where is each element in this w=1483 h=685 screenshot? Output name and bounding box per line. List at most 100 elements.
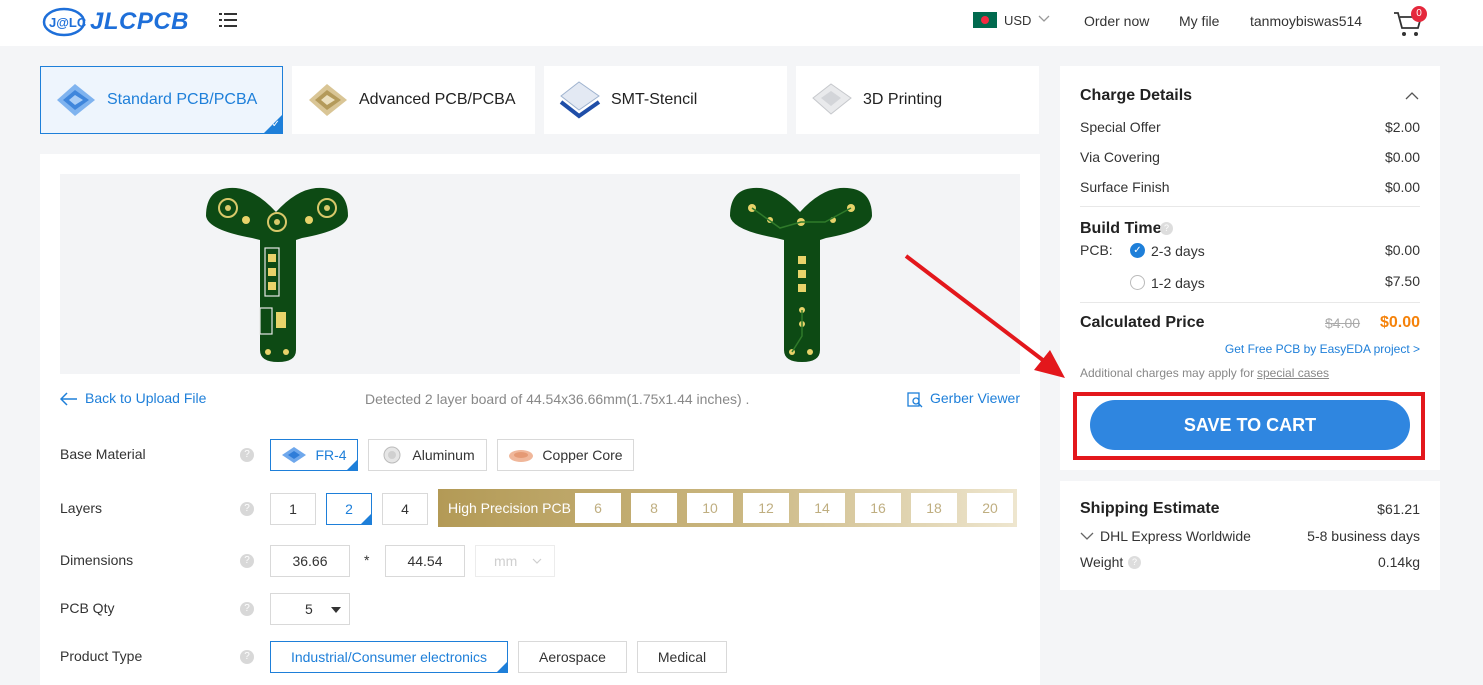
tab-label: 3D Printing	[863, 91, 943, 108]
build-time-title: Build Time	[1080, 220, 1162, 237]
help-icon[interactable]: ?	[1128, 556, 1141, 569]
layers-14-option[interactable]: 14	[799, 493, 845, 523]
via-covering-value: $0.00	[1384, 149, 1420, 165]
tab-label: Advanced PCB/PCBA	[359, 91, 516, 108]
chevron-down-icon[interactable]	[1080, 532, 1094, 541]
username-link[interactable]: tanmoybiswas514	[1250, 13, 1362, 29]
build-option-label[interactable]: 1-2 days	[1151, 275, 1205, 291]
new-price: $0.00	[1379, 314, 1420, 331]
pcb-qty-select[interactable]: 5	[270, 593, 350, 625]
shipping-title: Shipping Estimate	[1080, 500, 1220, 517]
radio-checked-icon[interactable]: ✓	[1130, 243, 1145, 258]
layers-18-option[interactable]: 18	[911, 493, 957, 523]
pcb-build-label: PCB:	[1080, 242, 1113, 258]
my-file-link[interactable]: My file	[1179, 13, 1219, 29]
tab-3d-printing[interactable]: 3D Printing	[796, 66, 1039, 134]
weight-value: 0.14kg	[1377, 554, 1420, 570]
layers-6-option[interactable]: 6	[575, 493, 621, 523]
unit-value: mm	[494, 553, 518, 569]
layers-10-option[interactable]: 10	[687, 493, 733, 523]
special-offer-value: $2.00	[1384, 119, 1420, 135]
divider	[1080, 206, 1420, 207]
detected-board-info: Detected 2 layer board of 44.54x36.66mm(…	[365, 391, 750, 407]
help-icon[interactable]: ?	[240, 554, 254, 568]
layers-16-option[interactable]: 16	[855, 493, 901, 523]
product-type-medical-option[interactable]: Medical	[637, 641, 727, 673]
shipping-estimate-panel: Shipping Estimate $61.21 DHL Express Wor…	[1060, 481, 1440, 590]
jlc-logo-icon: J@LC	[42, 7, 86, 37]
shipping-method[interactable]: DHL Express Worldwide	[1100, 528, 1251, 544]
red-arrow-annotation	[904, 254, 1065, 378]
top-header: J@LC JLCPCB USD Order now My file tanmoy…	[0, 0, 1483, 46]
currency-selector[interactable]: USD	[1004, 13, 1031, 28]
layers-4-option[interactable]: 4	[382, 493, 428, 525]
charge-details-title: Charge Details	[1080, 87, 1193, 104]
layers-8-option[interactable]: 8	[631, 493, 677, 523]
tab-standard-pcb[interactable]: Standard PCB/PCBA	[40, 66, 283, 134]
help-icon[interactable]: ?	[240, 502, 254, 516]
pcb-render-image	[206, 187, 872, 362]
high-precision-pcb-group: High Precision PCB 6 8 10 12 14 16 18 20	[438, 489, 1017, 527]
layers-1-option[interactable]: 1	[270, 493, 316, 525]
layers-20-option[interactable]: 20	[967, 493, 1013, 523]
jlcpcb-logo[interactable]: J@LC JLCPCB	[42, 6, 189, 38]
chevron-down-icon[interactable]	[1038, 15, 1050, 23]
layers-label: Layers	[60, 500, 103, 516]
product-type-industrial-option[interactable]: Industrial/Consumer electronics	[270, 641, 508, 673]
product-type-aerospace-option[interactable]: Aerospace	[518, 641, 627, 673]
layers-2-option[interactable]: 2	[326, 493, 372, 525]
cart-count-badge: 0	[1411, 6, 1427, 22]
help-icon[interactable]: ?	[240, 448, 254, 462]
logo-text: JLCPCB	[90, 8, 190, 35]
gerber-preview	[60, 174, 1020, 374]
surface-finish-value: $0.00	[1384, 179, 1420, 195]
help-icon[interactable]: ?	[1160, 222, 1173, 235]
smt-stencil-icon	[559, 81, 601, 119]
tab-smt-stencil[interactable]: SMT-Stencil	[544, 66, 787, 134]
build-option-value: $0.00	[1384, 242, 1420, 258]
tab-advanced-pcb[interactable]: Advanced PCB/PCBA	[292, 66, 535, 134]
charge-details-panel: Charge Details Special Offer $2.00 Via C…	[1060, 66, 1440, 470]
dimension-height-input[interactable]: 44.54	[385, 545, 465, 577]
radio-unchecked-icon[interactable]	[1130, 275, 1145, 290]
calculated-price-label: Calculated Price	[1080, 314, 1205, 331]
standard-pcb-icon	[57, 84, 95, 116]
product-type-label: Product Type	[60, 648, 143, 664]
save-to-cart-button[interactable]: SAVE TO CART	[1090, 400, 1410, 450]
chevron-down-icon	[532, 558, 542, 564]
base-material-label: Base Material	[60, 446, 146, 462]
high-precision-label: High Precision PCB	[448, 500, 571, 516]
material-aluminum-option[interactable]: Aluminum	[368, 439, 487, 471]
pcb-qty-label: PCB Qty	[60, 600, 115, 616]
special-cases-link[interactable]: special cases	[1257, 366, 1329, 380]
tab-label: SMT-Stencil	[611, 91, 698, 108]
dimension-width-input[interactable]: 36.66	[270, 545, 350, 577]
order-now-link[interactable]: Order now	[1084, 13, 1149, 29]
layers-12-option[interactable]: 12	[743, 493, 789, 523]
option-label: Copper Core	[542, 447, 623, 463]
old-price: $4.00	[1325, 315, 1361, 331]
option-label: FR-4	[315, 447, 347, 463]
back-to-upload-link[interactable]: Back to Upload File	[85, 390, 206, 406]
help-icon[interactable]: ?	[240, 650, 254, 664]
divider	[1080, 302, 1420, 303]
shipping-duration: 5-8 business days	[1307, 528, 1420, 544]
build-option-value: $7.50	[1384, 273, 1420, 289]
unit-select[interactable]: mm	[475, 545, 555, 577]
gerber-viewer-icon[interactable]	[907, 392, 923, 408]
help-icon[interactable]: ?	[240, 602, 254, 616]
additional-charges-note: Additional charges may apply for	[1080, 366, 1255, 380]
bangladesh-flag-icon	[973, 12, 997, 28]
gerber-viewer-link[interactable]: Gerber Viewer	[930, 390, 1020, 406]
material-fr4-option[interactable]: FR-4	[270, 439, 358, 471]
free-pcb-link[interactable]: Get Free PCB by EasyEDA project >	[1225, 342, 1420, 356]
build-option-label[interactable]: 2-3 days	[1151, 243, 1205, 259]
shipping-price: $61.21	[1377, 501, 1420, 517]
dimension-separator: *	[364, 552, 370, 568]
menu-icon[interactable]	[219, 12, 237, 28]
arrow-left-icon[interactable]	[60, 392, 78, 406]
chevron-up-icon[interactable]	[1405, 91, 1419, 100]
fr4-icon	[282, 447, 307, 463]
via-covering-label: Via Covering	[1080, 149, 1160, 165]
material-copper-core-option[interactable]: Copper Core	[497, 439, 634, 471]
